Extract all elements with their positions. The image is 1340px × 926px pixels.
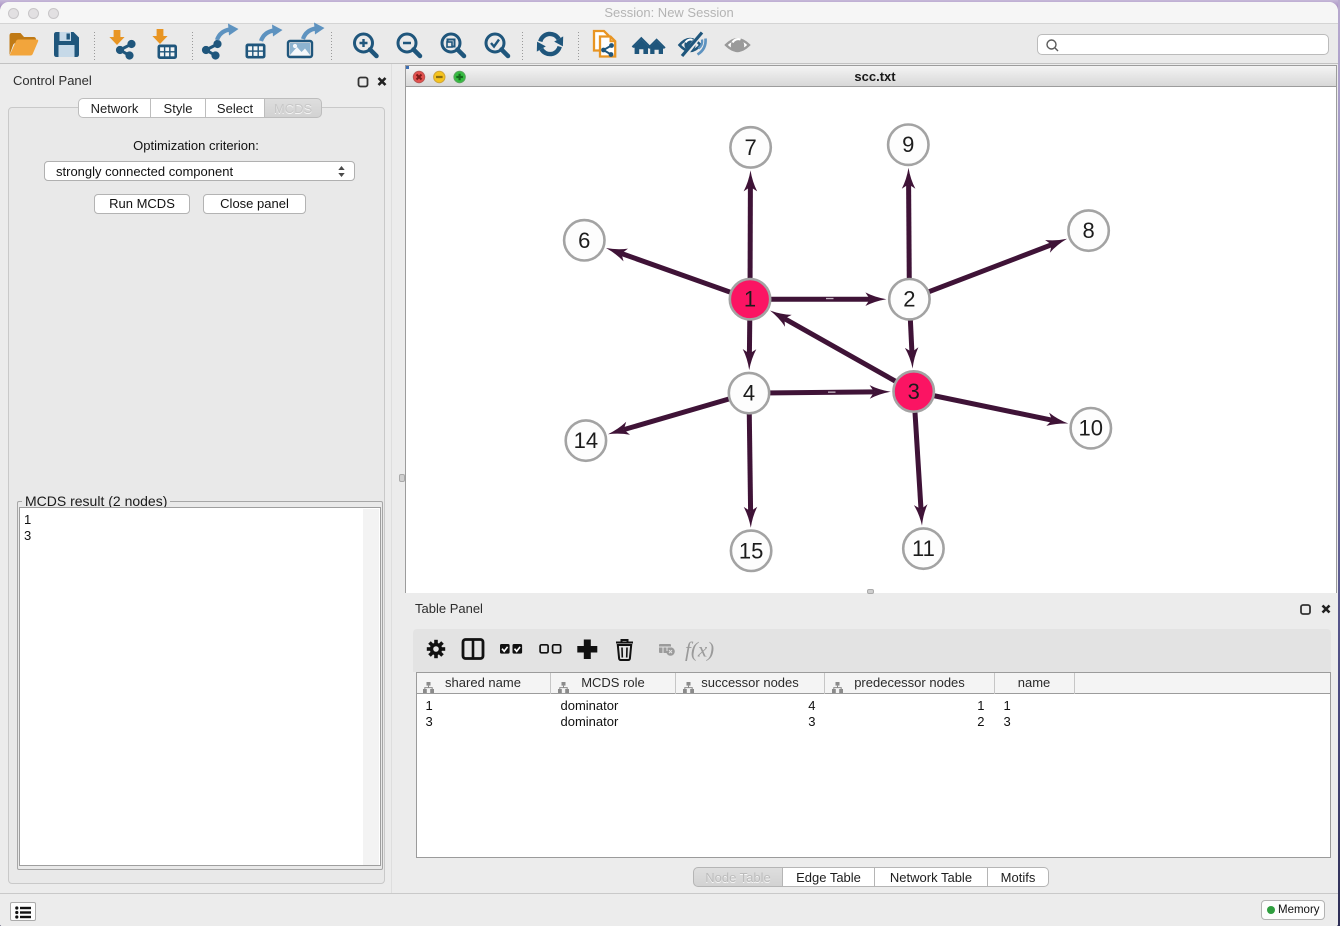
svg-text:8: 8 xyxy=(1082,218,1094,243)
svg-text:4: 4 xyxy=(743,381,755,406)
svg-text:1: 1 xyxy=(744,287,756,312)
svg-text:f(x): f(x) xyxy=(685,638,714,662)
svg-text:14: 14 xyxy=(574,428,598,453)
svg-text:6: 6 xyxy=(578,228,590,253)
svg-text:11: 11 xyxy=(912,536,935,561)
svg-text:3: 3 xyxy=(908,379,920,404)
svg-text:10: 10 xyxy=(1079,416,1103,441)
svg-text:15: 15 xyxy=(739,538,763,563)
svg-text:2: 2 xyxy=(903,287,915,312)
svg-text:9: 9 xyxy=(902,132,914,157)
svg-text:7: 7 xyxy=(744,135,756,160)
